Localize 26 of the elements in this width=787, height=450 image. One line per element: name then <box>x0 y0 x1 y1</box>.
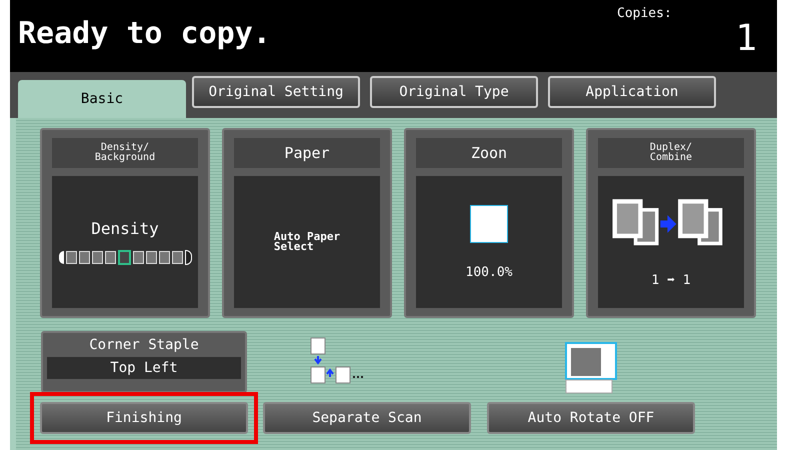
function-key[interactable]: Density/ Background Density <box>40 128 210 318</box>
function-key[interactable]: Zoon 100.0% <box>404 128 574 318</box>
key-title: Duplex/ Combine <box>598 138 744 168</box>
page-icon <box>470 204 508 242</box>
tab[interactable]: Original Setting <box>192 76 360 108</box>
zoom-ratio: 100.0% <box>466 264 512 280</box>
density-label: Density <box>91 219 159 238</box>
paper-setting: Auto Paper Select <box>274 232 340 252</box>
tab[interactable]: Basic <box>18 80 186 118</box>
key-title: Density/ Background <box>52 138 198 168</box>
auto-rotate-icon <box>565 342 617 394</box>
key-title: Zoon <box>416 138 562 168</box>
function-button[interactable]: Separate Scan <box>263 402 471 434</box>
function-button[interactable]: Finishing <box>40 402 248 434</box>
function-button[interactable]: Auto Rotate OFF <box>487 402 695 434</box>
copies-label: Copies: <box>617 6 672 21</box>
status-message: Ready to copy. <box>18 16 271 53</box>
corner-staple-button[interactable]: Corner Staple Top Left <box>41 331 247 393</box>
tab[interactable]: Original Type <box>370 76 538 108</box>
key-title: Paper <box>234 138 380 168</box>
copies-count: 1 <box>735 21 757 57</box>
tab[interactable]: Application <box>548 76 716 108</box>
function-key[interactable]: Paper Auto Paper Select <box>222 128 392 318</box>
duplex-setting: 1 ➡ 1 <box>651 272 691 288</box>
density-scale[interactable] <box>58 250 192 265</box>
function-key[interactable]: Duplex/ Combine 1 ➡ 1 <box>586 128 756 318</box>
